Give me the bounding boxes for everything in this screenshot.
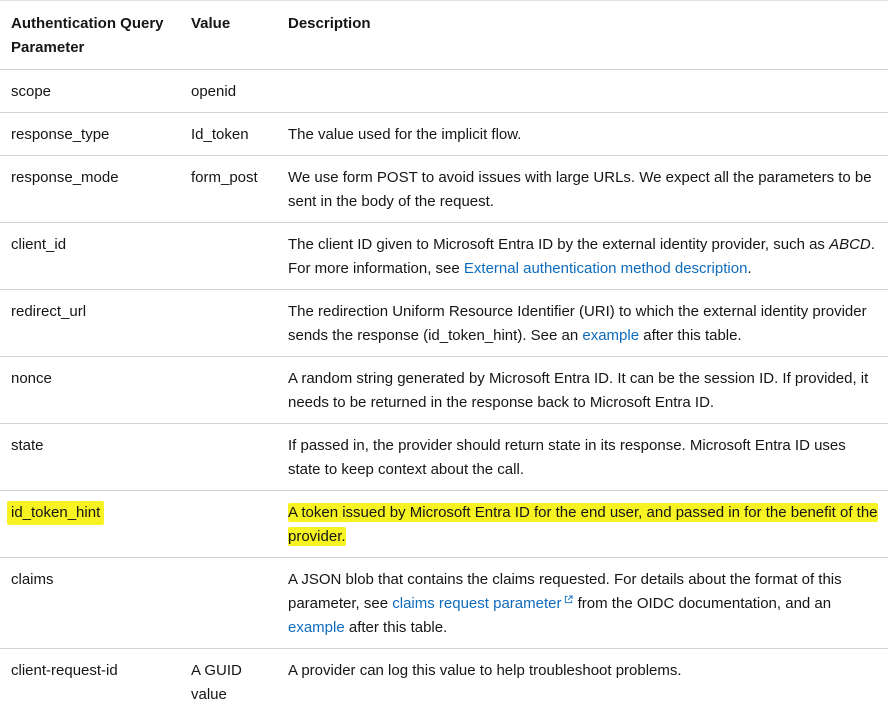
description-text: The redirection Uniform Resource Identif… — [288, 303, 867, 344]
description-text: after this table. — [639, 327, 742, 344]
description-text: The client ID given to Microsoft Entra I… — [288, 236, 829, 253]
description-cell — [277, 70, 888, 113]
value-cell — [180, 558, 277, 649]
value-cell — [180, 424, 277, 491]
table-row-client-request-id: client-request-id A GUID value A provide… — [0, 649, 888, 715]
header-description: Description — [277, 1, 888, 70]
highlighted-param: id_token_hint — [7, 501, 104, 525]
claims-request-parameter-link[interactable]: claims request parameter — [392, 595, 561, 612]
table-row-claims: claims A JSON blob that contains the cla… — [0, 558, 888, 649]
param-cell: client-request-id — [0, 649, 180, 715]
example-link[interactable]: example — [288, 619, 345, 636]
description-cell: A JSON blob that contains the claims req… — [277, 558, 888, 649]
table-header-row: Authentication Query Parameter Value Des… — [0, 1, 888, 70]
value-cell: openid — [180, 70, 277, 113]
param-cell: client_id — [0, 223, 180, 290]
table-row-state: state If passed in, the provider should … — [0, 424, 888, 491]
param-cell: id_token_hint — [0, 491, 180, 558]
table-row-response-type: response_type Id_token The value used fo… — [0, 113, 888, 156]
authentication-parameters-table: Authentication Query Parameter Value Des… — [0, 0, 888, 715]
value-cell — [180, 357, 277, 424]
param-cell: redirect_url — [0, 290, 180, 357]
value-cell: form_post — [180, 156, 277, 223]
parameters-table-container: Authentication Query Parameter Value Des… — [0, 0, 888, 715]
description-cell: The client ID given to Microsoft Entra I… — [277, 223, 888, 290]
description-example-id: ABCD — [829, 236, 871, 253]
table-row-id-token-hint: id_token_hint A token issued by Microsof… — [0, 491, 888, 558]
description-cell: We use form POST to avoid issues with la… — [277, 156, 888, 223]
description-text: from the OIDC documentation, and an — [573, 595, 831, 612]
description-cell: A provider can log this value to help tr… — [277, 649, 888, 715]
param-cell: response_mode — [0, 156, 180, 223]
description-text: after this table. — [345, 619, 448, 636]
description-cell: If passed in, the provider should return… — [277, 424, 888, 491]
value-cell — [180, 223, 277, 290]
param-cell: nonce — [0, 357, 180, 424]
header-value: Value — [180, 1, 277, 70]
value-cell: Id_token — [180, 113, 277, 156]
value-cell — [180, 290, 277, 357]
table-row-response-mode: response_mode form_post We use form POST… — [0, 156, 888, 223]
param-cell: scope — [0, 70, 180, 113]
external-link-icon — [564, 595, 573, 604]
table-row-client-id: client_id The client ID given to Microso… — [0, 223, 888, 290]
param-cell: claims — [0, 558, 180, 649]
description-cell: The redirection Uniform Resource Identif… — [277, 290, 888, 357]
table-row-scope: scope openid — [0, 70, 888, 113]
description-cell: A random string generated by Microsoft E… — [277, 357, 888, 424]
table-row-nonce: nonce A random string generated by Micro… — [0, 357, 888, 424]
value-cell — [180, 491, 277, 558]
description-cell: The value used for the implicit flow. — [277, 113, 888, 156]
header-parameter: Authentication Query Parameter — [0, 1, 180, 70]
external-auth-method-link[interactable]: External authentication method descripti… — [464, 260, 748, 277]
param-cell: response_type — [0, 113, 180, 156]
description-text: . — [747, 260, 751, 277]
description-cell: A token issued by Microsoft Entra ID for… — [277, 491, 888, 558]
highlighted-description: A token issued by Microsoft Entra ID for… — [288, 503, 878, 546]
table-row-redirect-url: redirect_url The redirection Uniform Res… — [0, 290, 888, 357]
value-cell: A GUID value — [180, 649, 277, 715]
example-link[interactable]: example — [582, 327, 639, 344]
param-cell: state — [0, 424, 180, 491]
